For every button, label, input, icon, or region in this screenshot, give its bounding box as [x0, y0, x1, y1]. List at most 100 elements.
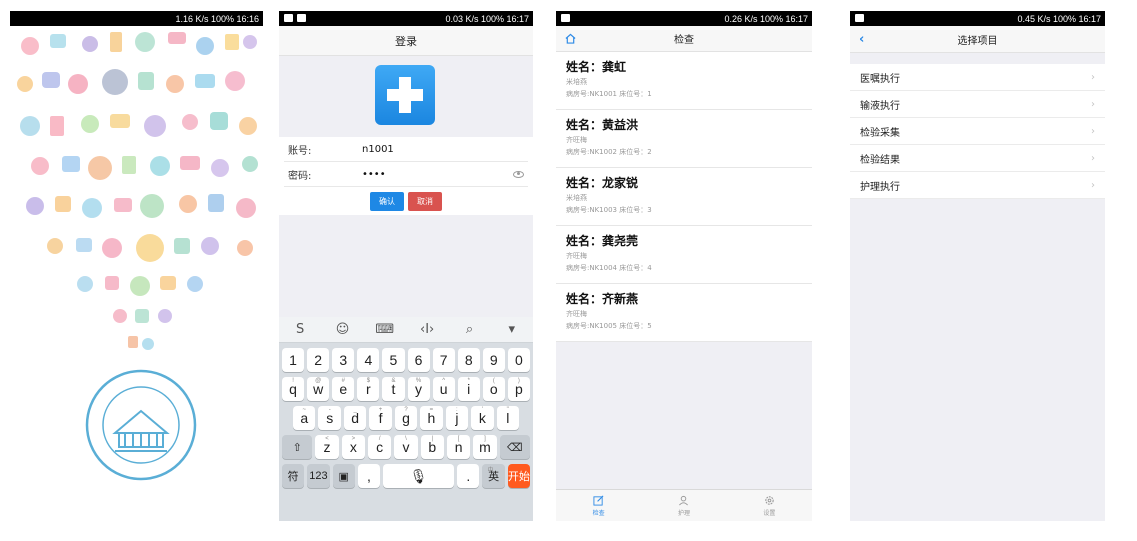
number-key[interactable]: 8: [457, 348, 480, 372]
chevron-right-icon: ›: [1091, 179, 1095, 191]
letter-key[interactable]: ^ u: [432, 377, 455, 401]
tools-key-icon[interactable]: ▣: [332, 464, 355, 488]
number-key[interactable]: 4: [357, 348, 380, 372]
status-text: 0.26 K/s 100% 16:17: [724, 13, 808, 24]
number-key[interactable]: 5: [382, 348, 405, 372]
patient-list-item[interactable]: 姓名：龚虹 米培燕 病房号:NK1001 床位号：1: [556, 52, 812, 110]
letter-key[interactable]: ~ a: [293, 406, 316, 430]
symbol-hint: _: [353, 407, 357, 413]
letter-key[interactable]: ? g: [394, 406, 418, 430]
tab-nursing[interactable]: 护理: [641, 490, 726, 521]
account-input[interactable]: n1001: [362, 144, 528, 155]
number-key[interactable]: 3: [332, 348, 355, 372]
number-key[interactable]: 123: [307, 464, 330, 488]
menu-item-label: 医嘱执行: [860, 73, 900, 85]
patient-list-item[interactable]: 姓名：龙家锐 米培燕 病房号:NK1003 床位号：3: [556, 168, 812, 226]
letter-key[interactable]: > x: [341, 435, 365, 459]
letter-key[interactable]: & t: [382, 377, 405, 401]
letter-key[interactable]: % y: [407, 377, 430, 401]
letter-key[interactable]: ) p: [507, 377, 530, 401]
number-key[interactable]: 1: [282, 348, 305, 372]
letter-row-3: ⇧ < z > x / c \ v | b[n] m ⌫: [279, 435, 533, 459]
letter-key[interactable]: < z: [315, 435, 339, 459]
show-password-eye-icon[interactable]: [513, 170, 524, 178]
number-key[interactable]: 6: [407, 348, 430, 372]
letter-key[interactable]: = h: [420, 406, 443, 430]
medical-cross-logo: [375, 65, 435, 125]
letter-key[interactable]: ] m: [473, 435, 497, 459]
splash-screen: 1.16 K/s 100% 16:16: [10, 11, 263, 521]
confirm-button[interactable]: 确认: [370, 192, 404, 211]
letter-key[interactable]: :j: [445, 406, 469, 430]
menu-item[interactable]: 检验结果 ›: [850, 145, 1105, 172]
number-key[interactable]: 2: [307, 348, 330, 372]
number-key[interactable]: 7: [432, 348, 455, 372]
patient-meta: 病房号:NK1005 床位号：5: [566, 322, 652, 330]
menu-item[interactable]: 医嘱执行 ›: [850, 64, 1105, 91]
cursor-move-icon[interactable]: ‹I›: [417, 322, 437, 337]
language-switch-key[interactable]: 中 英: [482, 464, 505, 488]
patient-list-screen: 0.26 K/s 100% 16:17 检查 姓名：龚虹 米培燕 病房号:NK100…: [556, 11, 812, 521]
letter-key[interactable]: _ d: [343, 406, 367, 430]
letter-key[interactable]: @ w: [307, 377, 330, 401]
letter-key[interactable]: (o: [482, 377, 505, 401]
user-icon: [679, 495, 689, 505]
tab-label: 设置: [763, 509, 776, 517]
menu-item[interactable]: 护理执行 ›: [850, 172, 1105, 199]
chevron-right-icon: ›: [1091, 98, 1095, 110]
comma-key[interactable]: ,: [357, 464, 381, 488]
shift-key-icon[interactable]: ⇧: [282, 435, 313, 459]
number-row: 1234567890: [279, 348, 533, 372]
back-chevron-icon[interactable]: ‹: [859, 32, 864, 47]
menu-item[interactable]: 输液执行 ›: [850, 91, 1105, 118]
symbol-key[interactable]: 符: [282, 464, 305, 488]
letter-key[interactable]: $ r: [357, 377, 380, 401]
emoji-icon[interactable]: ☺: [332, 322, 352, 337]
letter-key[interactable]: | b: [420, 435, 444, 459]
home-icon[interactable]: [565, 33, 576, 44]
letter-key[interactable]: " l: [496, 406, 519, 430]
nav-bar: 登录: [279, 26, 533, 56]
search-icon[interactable]: ⌕: [459, 322, 479, 337]
letter-key[interactable]: / c: [368, 435, 392, 459]
password-input[interactable]: ••••: [362, 169, 513, 180]
letter-key[interactable]: ' k: [471, 406, 494, 430]
letter-key[interactable]: ! q: [282, 377, 305, 401]
symbol-hint: >: [351, 436, 356, 442]
cancel-button[interactable]: 取消: [408, 192, 442, 211]
number-key[interactable]: 9: [482, 348, 505, 372]
nav-bar: 检查: [556, 26, 812, 52]
period-key[interactable]: .: [457, 464, 480, 488]
page-title: 检查: [674, 35, 694, 46]
tab-check[interactable]: 检查: [556, 490, 641, 521]
login-screen: 0.03 K/s 100% 16:17 登录 账号: n1001 密码: •••…: [279, 11, 533, 521]
tab-settings[interactable]: 设置: [727, 490, 812, 521]
password-row: 密码: ••••: [284, 162, 528, 187]
space-key-mic-icon[interactable]: 🎙: [383, 464, 455, 488]
letter-key[interactable]: [n: [446, 435, 471, 459]
patient-list-item[interactable]: 姓名：黄益洪 齐旺梅 病房号:NK1002 床位号：2: [556, 110, 812, 168]
letter-key[interactable]: -s: [318, 406, 341, 430]
go-key[interactable]: 开始: [507, 464, 530, 488]
letter-key[interactable]: * i: [457, 377, 480, 401]
symbol-hint: [: [457, 436, 460, 442]
letter-key[interactable]: \ v: [394, 435, 418, 459]
bottom-row: 符 123 ▣ , 🎙 . 中 英 开始: [279, 464, 533, 488]
letter-key[interactable]: # e: [332, 377, 355, 401]
symbol-hint: <: [325, 436, 329, 442]
keyboard-toolbar: S ☺ ⌨ ‹I› ⌕ ▾: [279, 317, 533, 343]
letter-key[interactable]: + f: [369, 406, 392, 430]
backspace-key-icon[interactable]: ⌫: [499, 435, 530, 459]
number-key[interactable]: 0: [507, 348, 530, 372]
patient-doctor: 米培燕: [566, 78, 587, 86]
sogou-logo-icon[interactable]: S: [290, 322, 310, 337]
page-title: 登录: [395, 34, 417, 48]
symbol-hint: #: [341, 378, 345, 384]
patient-list-item[interactable]: 姓名：龚尧莞 齐旺梅 病房号:NK1004 床位号：4: [556, 226, 812, 284]
patient-list-item[interactable]: 姓名：齐新燕 齐旺梅 病房号:NK1005 床位号：5: [556, 284, 812, 342]
menu-item[interactable]: 检验采集 ›: [850, 118, 1105, 145]
keyboard-icon[interactable]: ⌨: [375, 322, 395, 337]
page-title: 选择项目: [957, 35, 998, 47]
collapse-keyboard-icon[interactable]: ▾: [502, 322, 522, 337]
chevron-right-icon: ›: [1091, 71, 1095, 83]
